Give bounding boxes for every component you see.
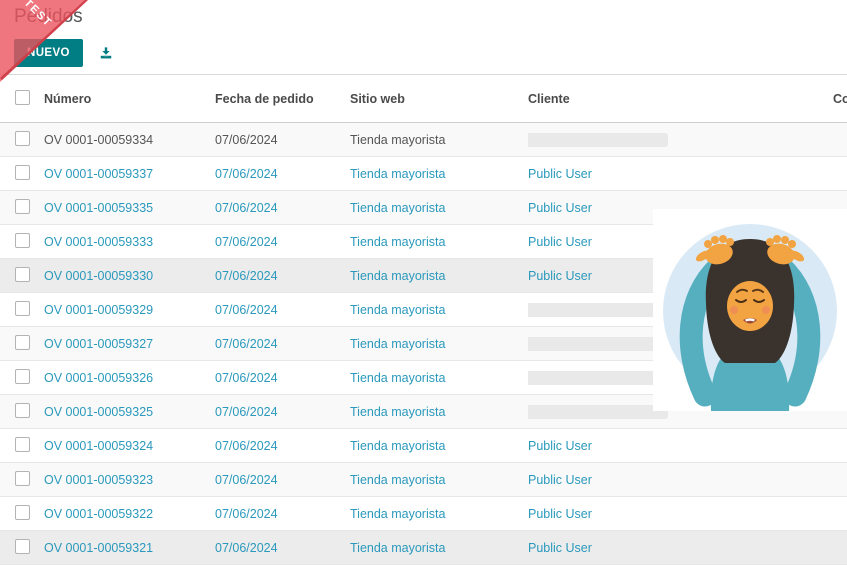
order-website[interactable]: Tienda mayorista xyxy=(350,541,528,555)
row-checkbox[interactable] xyxy=(15,199,30,214)
redacted-customer xyxy=(528,337,668,351)
column-header-cliente[interactable]: Cliente xyxy=(528,92,833,106)
row-checkbox[interactable] xyxy=(15,267,30,282)
order-date[interactable]: 07/06/2024 xyxy=(215,473,350,487)
download-icon xyxy=(99,48,113,63)
order-customer[interactable] xyxy=(528,132,833,147)
order-website[interactable]: Tienda mayorista xyxy=(350,269,528,283)
row-checkbox[interactable] xyxy=(15,131,30,146)
order-number-link[interactable]: OV 0001-00059324 xyxy=(44,439,215,453)
order-date[interactable]: 07/06/2024 xyxy=(215,439,350,453)
order-number-link[interactable]: OV 0001-00059325 xyxy=(44,405,215,419)
redacted-customer xyxy=(528,371,668,385)
select-all-checkbox[interactable] xyxy=(15,90,30,105)
table-row[interactable]: OV 0001-00059337 07/06/2024 Tienda mayor… xyxy=(0,157,847,191)
order-website[interactable]: Tienda mayorista xyxy=(350,371,528,385)
order-number-link[interactable]: OV 0001-00059333 xyxy=(44,235,215,249)
order-number-link[interactable]: OV 0001-00059321 xyxy=(44,541,215,555)
column-header-numero[interactable]: Número xyxy=(44,92,215,106)
row-checkbox[interactable] xyxy=(15,437,30,452)
order-number-link[interactable]: OV 0001-00059335 xyxy=(44,201,215,215)
order-date[interactable]: 07/06/2024 xyxy=(215,507,350,521)
order-number-link[interactable]: OV 0001-00059337 xyxy=(44,167,215,181)
order-date[interactable]: 07/06/2024 xyxy=(215,541,350,555)
new-button[interactable]: NUEVO xyxy=(14,39,83,67)
row-checkbox[interactable] xyxy=(15,165,30,180)
order-website[interactable]: Tienda mayorista xyxy=(350,507,528,521)
order-date[interactable]: 07/06/2024 xyxy=(215,337,350,351)
page-title: Pedidos xyxy=(14,6,83,28)
column-header-fecha[interactable]: Fecha de pedido xyxy=(215,92,350,106)
table-row[interactable]: OV 0001-00059321 07/06/2024 Tienda mayor… xyxy=(0,531,847,565)
column-header-truncated[interactable]: Co xyxy=(833,92,847,106)
order-customer[interactable]: Public User xyxy=(528,507,833,521)
order-website[interactable]: Tienda mayorista xyxy=(350,133,528,147)
order-number-link[interactable]: OV 0001-00059322 xyxy=(44,507,215,521)
row-checkbox[interactable] xyxy=(15,403,30,418)
order-date[interactable]: 07/06/2024 xyxy=(215,167,350,181)
order-number-link[interactable]: OV 0001-00059326 xyxy=(44,371,215,385)
order-website[interactable]: Tienda mayorista xyxy=(350,405,528,419)
order-website[interactable]: Tienda mayorista xyxy=(350,303,528,317)
order-customer[interactable]: Public User xyxy=(528,167,833,181)
order-website[interactable]: Tienda mayorista xyxy=(350,439,528,453)
order-date[interactable]: 07/06/2024 xyxy=(215,133,350,147)
row-checkbox[interactable] xyxy=(15,369,30,384)
order-number-link[interactable]: OV 0001-00059329 xyxy=(44,303,215,317)
order-number-link[interactable]: OV 0001-00059323 xyxy=(44,473,215,487)
table-row[interactable]: OV 0001-00059323 07/06/2024 Tienda mayor… xyxy=(0,463,847,497)
order-customer[interactable]: Public User xyxy=(528,473,833,487)
order-website[interactable]: Tienda mayorista xyxy=(350,337,528,351)
order-number-link[interactable]: OV 0001-00059334 xyxy=(44,133,215,147)
order-customer[interactable]: Public User xyxy=(528,541,833,555)
order-website[interactable]: Tienda mayorista xyxy=(350,235,528,249)
row-checkbox[interactable] xyxy=(15,471,30,486)
redacted-customer xyxy=(528,303,668,317)
order-date[interactable]: 07/06/2024 xyxy=(215,405,350,419)
toolbar: NUEVO xyxy=(14,39,113,67)
order-number-link[interactable]: OV 0001-00059327 xyxy=(44,337,215,351)
order-customer[interactable]: Public User xyxy=(528,439,833,453)
order-date[interactable]: 07/06/2024 xyxy=(215,303,350,317)
row-checkbox[interactable] xyxy=(15,301,30,316)
order-website[interactable]: Tienda mayorista xyxy=(350,201,528,215)
table-row[interactable]: OV 0001-00059324 07/06/2024 Tienda mayor… xyxy=(0,429,847,463)
table-row[interactable]: OV 0001-00059322 07/06/2024 Tienda mayor… xyxy=(0,497,847,531)
redacted-customer xyxy=(528,133,668,147)
order-date[interactable]: 07/06/2024 xyxy=(215,235,350,249)
order-date[interactable]: 07/06/2024 xyxy=(215,371,350,385)
row-checkbox[interactable] xyxy=(15,505,30,520)
column-header-sitio-web[interactable]: Sitio web xyxy=(350,92,528,106)
order-number-link[interactable]: OV 0001-00059330 xyxy=(44,269,215,283)
order-website[interactable]: Tienda mayorista xyxy=(350,167,528,181)
order-date[interactable]: 07/06/2024 xyxy=(215,269,350,283)
order-date[interactable]: 07/06/2024 xyxy=(215,201,350,215)
redacted-customer xyxy=(528,405,668,419)
order-website[interactable]: Tienda mayorista xyxy=(350,473,528,487)
table-header: Número Fecha de pedido Sitio web Cliente… xyxy=(0,75,847,123)
export-button[interactable] xyxy=(99,46,113,60)
table-row[interactable]: OV 0001-00059334 07/06/2024 Tienda mayor… xyxy=(0,123,847,157)
row-checkbox[interactable] xyxy=(15,233,30,248)
row-checkbox[interactable] xyxy=(15,335,30,350)
frustrated-woman-illustration xyxy=(653,209,847,411)
row-checkbox[interactable] xyxy=(15,539,30,554)
